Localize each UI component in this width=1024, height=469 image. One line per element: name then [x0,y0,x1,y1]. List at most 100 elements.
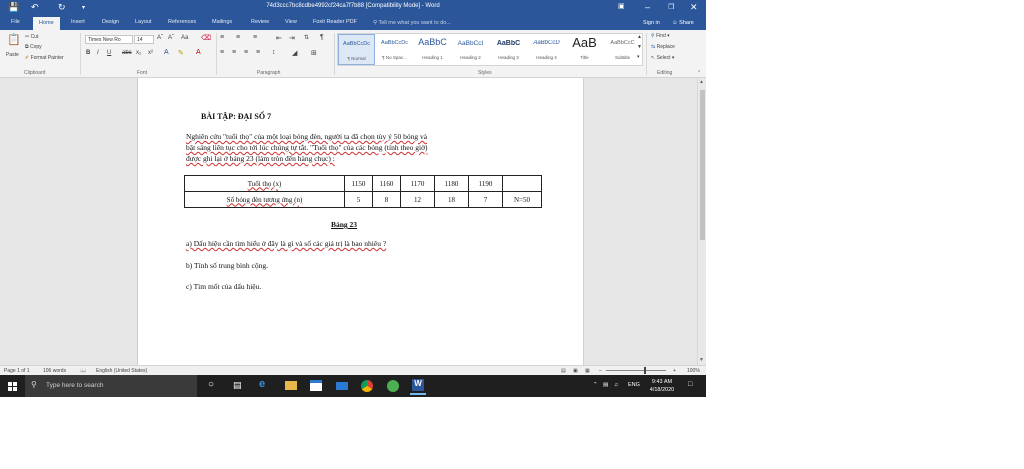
task-view-icon[interactable]: ▤ [233,380,247,394]
style-no-spacing[interactable]: AaBbCcDc ¶ No Spac... [376,34,413,65]
style-heading-4[interactable]: AaBbCcD Heading 4 [528,34,565,65]
zoom-out-icon[interactable]: – [599,368,602,374]
file-explorer-icon[interactable] [285,381,297,390]
show-marks-icon[interactable]: ¶ [320,34,324,41]
close-icon[interactable]: ✕ [690,2,698,13]
taskbar-search[interactable]: ⚲ Type here to search [25,375,197,397]
subscript-icon[interactable]: x₂ [136,50,141,56]
line-spacing-icon[interactable]: ↕ [272,49,276,56]
paste-button[interactable]: Paste [6,52,19,58]
align-right-icon[interactable]: ≡ [244,49,248,56]
page-count[interactable]: Page 1 of 1 [4,368,30,374]
tab-layout[interactable]: Layout [135,19,152,25]
bullets-icon[interactable]: ≡ [220,34,224,41]
style-heading-3[interactable]: AaBbC Heading 3 [490,34,527,65]
select-button[interactable]: ↖ Select ▾ [651,55,674,61]
restore-icon[interactable]: ❐ [668,3,674,11]
style-heading-1[interactable]: AaBbC Heading 1 [414,34,451,65]
underline-icon[interactable]: U [107,50,111,56]
read-mode-icon[interactable]: ▤ [561,368,566,374]
collapse-ribbon-icon[interactable]: ⌃ [697,70,701,76]
zoom-level[interactable]: 100% [687,368,700,374]
language-indicator[interactable]: ENG [628,382,640,388]
styles-scroll-down-icon[interactable]: ▼ [637,44,642,50]
document-page[interactable]: BÀI TẬP: ĐẠI SỐ 7 Nghiên cứu "tuổi thọ" … [137,78,584,365]
zoom-in-icon[interactable]: + [673,368,676,374]
bold-icon[interactable]: B [86,50,90,56]
zoom-slider-knob[interactable] [644,367,646,374]
decrease-indent-icon[interactable]: ⇤ [276,34,282,42]
shrink-font-icon[interactable]: Aˇ [168,35,174,41]
font-color-icon[interactable]: A [196,49,201,56]
justify-icon[interactable]: ≡ [256,49,260,56]
print-layout-icon[interactable]: ▣ [573,368,578,374]
word-count[interactable]: 106 words [43,368,66,374]
replace-button[interactable]: ⇆ Replace [651,44,675,50]
copy-button[interactable]: ⧉ Copy [25,44,42,50]
word-taskbar-button[interactable]: W [410,378,426,395]
grow-font-icon[interactable]: Aˆ [157,35,163,41]
shading-icon[interactable]: ◢ [292,49,297,57]
style-title[interactable]: AaB Title [566,34,603,65]
tab-file[interactable]: File [11,19,20,25]
strikethrough-icon[interactable]: abc [122,50,132,56]
cut-button[interactable]: ✂ Cut [25,34,38,40]
tell-me-box[interactable]: ⚲ Tell me what you want to do... [373,20,451,26]
scrollbar-thumb[interactable] [700,90,705,240]
store-icon[interactable] [310,380,322,391]
tab-foxit-reader-pdf[interactable]: Foxit Reader PDF [313,19,357,25]
tab-home[interactable]: Home [33,17,60,30]
notification-icon[interactable]: □ [688,381,692,388]
change-case-icon[interactable]: Aa [181,35,188,41]
sign-in-link[interactable]: Sign in [643,20,660,26]
sort-icon[interactable]: ⇅ [304,34,309,41]
chrome-icon[interactable] [361,380,373,392]
scroll-down-icon[interactable]: ▼ [699,357,704,363]
chevron-up-icon[interactable]: ⌃ [593,382,598,388]
mail-icon[interactable] [336,382,348,390]
web-layout-icon[interactable]: ▦ [585,368,590,374]
tab-review[interactable]: Review [251,19,269,25]
text-effects-icon[interactable]: A [164,49,169,56]
clear-formatting-icon[interactable]: ⌫ [201,34,211,42]
photos-icon[interactable] [387,380,399,392]
ribbon-options-icon[interactable]: ▣ [618,2,625,10]
scroll-up-icon[interactable]: ▲ [699,79,704,85]
start-button[interactable] [0,375,25,397]
highlight-icon[interactable]: ✎ [178,49,184,57]
numbering-icon[interactable]: ≡ [236,34,240,41]
increase-indent-icon[interactable]: ⇥ [289,34,295,42]
align-left-icon[interactable]: ≡ [220,49,224,56]
cortana-icon[interactable]: ○ [208,379,222,393]
styles-more-icon[interactable]: ▾ [637,54,640,60]
style-heading-2[interactable]: AaBbCcI Heading 2 [452,34,489,65]
font-name-select[interactable]: Times New Ro [85,35,133,44]
tab-view[interactable]: View [285,19,297,25]
format-painter-button[interactable]: ✐ Format Painter [25,55,64,61]
edge-icon[interactable]: e [259,378,273,392]
multilevel-list-icon[interactable]: ≡ [253,34,257,41]
style-normal[interactable]: AaBbCcDc ¶ Normal [338,34,375,65]
vertical-scrollbar[interactable]: ▲ ▼ [697,78,706,365]
network-icon[interactable]: ▤ [603,382,608,388]
style-subtitle[interactable]: AaBbCcC Subtitle [604,34,641,65]
align-center-icon[interactable]: ≡ [232,49,236,56]
proofing-icon[interactable]: 📖 [80,368,86,374]
styles-scroll-up-icon[interactable]: ▲ [637,34,642,40]
superscript-icon[interactable]: x² [148,50,153,56]
zoom-slider[interactable] [606,367,666,374]
font-size-select[interactable]: 14 [134,35,154,44]
tab-mailings[interactable]: Mailings [212,19,232,25]
language-indicator[interactable]: English (United States) [96,368,147,374]
share-button[interactable]: ☺ Share [672,20,694,26]
clock[interactable]: 9:43 AM 4/18/2020 [642,378,682,394]
find-button[interactable]: ⚲ Find ▾ [651,33,670,39]
italic-icon[interactable]: I [97,50,99,56]
tab-design[interactable]: Design [102,19,119,25]
volume-icon[interactable]: ♫ [614,382,618,388]
tab-insert[interactable]: Insert [71,19,85,25]
borders-icon[interactable]: ⊞ [311,49,317,57]
paste-icon[interactable]: 📋 [7,33,21,46]
tab-references[interactable]: References [168,19,196,25]
minimize-icon[interactable]: – [645,2,650,12]
